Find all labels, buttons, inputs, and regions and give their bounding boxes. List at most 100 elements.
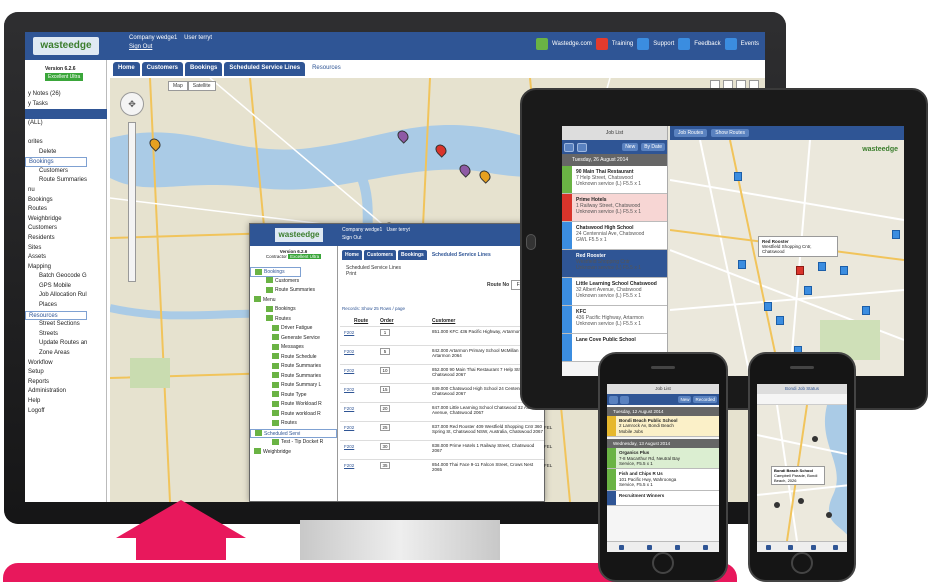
sidebar-item[interactable]: Weighbridge [25,215,107,225]
sidebar-item[interactable]: Batch Geocode G [25,272,107,282]
map-type-map[interactable]: Map [168,81,188,91]
tab-customers[interactable]: Customers [141,62,184,76]
job-card[interactable]: Recruitment Winners [607,490,719,507]
link-events[interactable]: Events [741,41,759,47]
col-order[interactable]: Order [380,318,432,324]
sidebar-item[interactable]: Route Summaries [25,176,107,186]
map-marker-icon[interactable] [892,230,900,239]
sidebar-item[interactable]: Help [25,397,107,407]
phone-new-button[interactable]: New [678,396,692,403]
popup-menu-item[interactable]: Routes [250,419,337,429]
route-link[interactable]: F202 [344,463,354,468]
link-support[interactable]: Support [653,41,674,47]
popup-menu-item[interactable]: Driver Fatigue [250,324,337,334]
popup-menu-item[interactable]: Route Summaries [250,362,337,372]
tablet-map[interactable] [670,140,904,376]
records-per-page[interactable]: Records: Show 25 Rows / page [342,306,405,311]
sidebar-item[interactable]: Places [25,301,107,311]
list-icon[interactable] [810,544,816,550]
popup-menu-item[interactable]: Generate Service [250,334,337,344]
tab-home[interactable]: Home [113,62,140,76]
phone-map-callout[interactable]: Bondi Beach School Campbell Parade, Bond… [771,466,825,485]
col-customer[interactable]: Customer [432,318,455,324]
map-marker-icon[interactable] [804,286,812,295]
sidebar-item[interactable]: Assets [25,253,107,263]
popup-menu-item[interactable]: Routes [250,315,337,325]
popup-menu-item[interactable]: Bookings [250,305,337,315]
order-input[interactable]: 35 [380,462,390,469]
popup-menu-item[interactable]: Weighbridge [250,448,337,458]
tab-bookings[interactable]: Bookings [398,250,427,260]
sidebar-item[interactable]: Bookings [25,196,107,206]
map-zoom-slider[interactable] [128,122,136,282]
job-card[interactable]: Prime Hotels 1 Railway Street, Chatswood U… [562,194,667,222]
map-type-satellite[interactable]: Satellite [187,81,216,91]
sidebar-item[interactable]: Residents [25,234,107,244]
route-link[interactable]: F202 [344,330,354,335]
popup-menu-item[interactable]: Menu [250,296,337,306]
sidebar-item[interactable]: Routes [25,205,107,215]
popup-menu-item[interactable]: Route Type [250,391,337,401]
map-marker-icon[interactable] [776,316,784,325]
tab-resources[interactable]: Resources [307,62,346,76]
tab-home[interactable]: Home [342,250,362,260]
sidebar-item[interactable]: Setup [25,368,107,378]
map-pan-control[interactable]: ✥ [120,92,144,116]
sidebar-item[interactable]: Delete [25,148,107,158]
sidebar-item[interactable]: Street Sections [25,320,107,330]
tablet-bydate-button[interactable]: By Date [641,143,665,151]
home-icon[interactable] [765,544,771,550]
map-marker-icon[interactable] [734,172,742,181]
job-card[interactable]: Red Rooster Westfield Shopping Cntr Unknow… [562,250,667,278]
map-marker-icon[interactable] [840,266,848,275]
job-card[interactable]: Bondi Beach Public School 2 Lamrock Av, B… [607,416,719,438]
tab-customers[interactable]: Customers [363,250,397,260]
sidebar-item[interactable]: Streets [25,330,107,340]
sidebar-item[interactable]: Zone Areas [25,349,107,359]
order-input[interactable]: 25 [380,424,390,431]
pin-icon[interactable] [646,544,652,550]
menu-icon[interactable] [833,544,839,550]
order-input[interactable]: 30 [380,443,390,450]
link-wastedge[interactable]: Wastedge.com [552,41,592,47]
sidebar-item[interactable]: Job Allocation Rul [25,291,107,301]
sidebar-item[interactable]: (ALL) [25,119,107,129]
link-feedback[interactable]: Feedback [694,41,720,47]
sidebar-item[interactable]: Sites [25,244,107,254]
home-icon[interactable] [618,544,624,550]
job-card[interactable]: Chatswood High School 24 Centennial Ave, … [562,222,667,250]
route-link[interactable]: F202 [344,444,354,449]
order-input[interactable]: 1 [380,329,390,336]
sidebar-item[interactable]: orites [25,138,107,148]
popup-menu-item[interactable]: Route Summary L [250,381,337,391]
job-card[interactable]: 90 Main Thai Restaurant 7 Help Street, Ch… [562,166,667,194]
list-icon[interactable] [577,142,587,152]
popup-menu-item[interactable]: Route Schedule [250,353,337,363]
tab-scheduled-service-lines[interactable]: Scheduled Service Lines [429,250,494,260]
popup-menu-item[interactable]: Bookings [250,267,301,277]
job-card[interactable]: KFC 436 Pacific Highway, Artarmon Unknown … [562,306,667,334]
route-link[interactable]: F202 [344,425,354,430]
popup-menu-item[interactable]: Scheduled Servi [250,428,337,438]
job-card[interactable]: Little Learning School Chatswood 32 Alber… [562,278,667,306]
show-routes-button[interactable]: Show Routes [711,129,750,137]
tab-bookings[interactable]: Bookings [185,62,223,76]
sidebar-item[interactable]: Workflow [25,359,107,369]
list-icon[interactable] [674,544,680,550]
order-input[interactable]: 20 [380,405,390,412]
sidebar-item[interactable]: Administration [25,387,107,397]
map-marker-icon[interactable] [738,260,746,269]
col-route[interactable]: Route [354,318,380,324]
route-link[interactable]: F202 [344,387,354,392]
menu-icon[interactable] [702,544,708,550]
sidebar-item[interactable] [25,109,107,119]
sidebar-item[interactable]: nu [25,186,107,196]
route-link[interactable]: F202 [344,349,354,354]
sidebar-item[interactable]: Mapping [25,263,107,273]
sidebar-item[interactable]: y Notes (26) [25,90,107,100]
popup-signout-link[interactable]: Sign Out [342,235,361,241]
popup-logo[interactable]: wasteedge [275,228,323,242]
tab-scheduled-service-lines[interactable]: Scheduled Service Lines [224,62,306,76]
pin-icon[interactable] [788,544,794,550]
phone-recorded-button[interactable]: Recorded [693,396,717,403]
